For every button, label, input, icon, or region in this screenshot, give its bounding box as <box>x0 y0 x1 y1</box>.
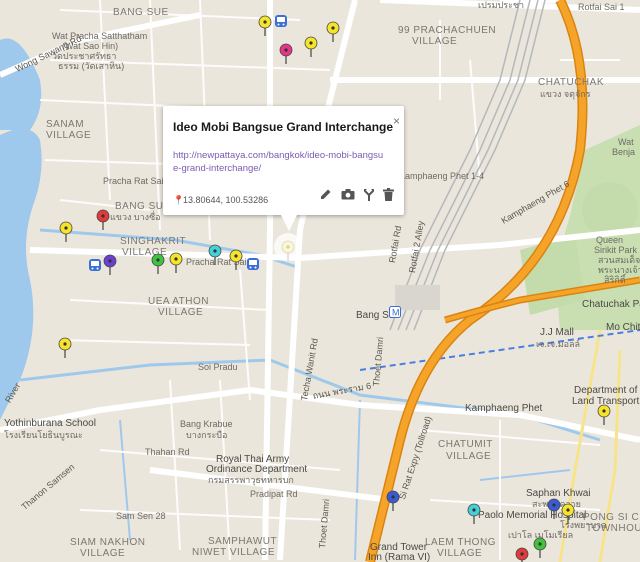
poi-yothinburana-2: โรงเรียนโยธินบูรณะ <box>4 430 83 440</box>
road-rotfai-sai1: Rotfai Sai 1 <box>578 2 625 12</box>
info-link[interactable]: http://newpattaya.com/bangkok/ideo-mobi-… <box>173 149 388 176</box>
info-coords: 📍13.80644, 100.53286 <box>173 195 268 206</box>
area-bang-krabue-1: Bang Krabue <box>180 419 233 429</box>
map-pin-icon[interactable] <box>58 337 72 358</box>
area-bang-sue: BANG SUE <box>113 7 169 18</box>
map-pin-icon[interactable] <box>326 21 340 42</box>
area-laem-thong-2: VILLAGE <box>437 548 483 559</box>
selected-marker-halo <box>274 233 302 261</box>
area-uea-athon-2: VILLAGE <box>158 307 204 318</box>
info-window-tail <box>281 215 297 231</box>
area-bang-sue-thai: แขวง บางซื่อ <box>110 212 161 222</box>
map-pin-icon[interactable] <box>597 404 611 425</box>
poi-chatuchak-park: Chatuchak Park <box>582 299 640 310</box>
map-pin-icon[interactable] <box>533 537 547 558</box>
camera-icon[interactable] <box>341 188 357 204</box>
info-title: Ideo Mobi Bangsue Grand Interchange <box>173 120 394 134</box>
poi-royal-thai-2: Ordinance Department <box>206 464 308 475</box>
road-pradipat: Pradipat Rd <box>250 489 298 499</box>
road-pracha-rat-sai1-a: Pracha Rat Sai 1 <box>103 176 172 186</box>
area-bang-krabue-2: บางกระบือ <box>186 430 228 440</box>
area-samphawut-1: SAMPHAWUT <box>208 536 278 547</box>
area-singhakrit-1: SINGHAKRIT <box>120 236 187 247</box>
poi-royal-thai-3: กรมสรรพาวุธทหารบก <box>208 475 294 485</box>
area-uea-athon-1: UEA ATHON <box>148 296 209 307</box>
poi-grand-tower-2: Inn (Rama VI) <box>368 552 431 562</box>
poi-jj-mall-2: เจ.เจ.มอลล์ <box>536 339 581 349</box>
train-station-icon[interactable] <box>246 257 260 271</box>
map-pin-icon[interactable] <box>169 252 183 273</box>
area-sanam-2: VILLAGE <box>46 130 92 141</box>
area-99-prachachuen-1: 99 PRACHACHUEN <box>398 25 497 36</box>
area-chatumit-1: CHATUMIT <box>438 439 493 450</box>
location-pin-icon: 📍 <box>173 195 185 205</box>
poi-wat-benja-2: Benja <box>612 147 636 157</box>
station-mo-chit: Mo Chit <box>606 322 640 333</box>
map-pin-icon[interactable] <box>96 209 110 230</box>
area-pong-si-2: TOWNHOUS <box>586 523 640 534</box>
map-pin-icon[interactable] <box>561 503 575 524</box>
poi-yothinburana-1: Yothinburana School <box>4 418 96 429</box>
delete-icon[interactable] <box>383 188 399 204</box>
train-station-icon[interactable] <box>88 258 102 272</box>
train-station-icon[interactable] <box>274 14 288 28</box>
map-pin-icon[interactable] <box>386 490 400 511</box>
area-99-prachachuen-2: VILLAGE <box>412 36 458 47</box>
metro-station-icon[interactable]: M <box>389 306 403 320</box>
area-laem-thong-1: LAEM THONG <box>425 537 496 548</box>
poi-jj-mall-1: J.J Mall <box>540 327 574 338</box>
svg-text:M: M <box>392 308 400 318</box>
area-chatuchak-1: CHATUCHAK <box>538 77 604 88</box>
map-pin-icon[interactable] <box>59 221 73 242</box>
station-kamphaeng-phet: Kamphaeng Phet <box>465 403 543 414</box>
map-pin-icon[interactable] <box>467 503 481 524</box>
map-pin-icon[interactable] <box>229 249 243 270</box>
map-pin-icon[interactable] <box>304 36 318 57</box>
edit-icon[interactable] <box>320 188 336 204</box>
directions-icon[interactable] <box>363 188 379 204</box>
close-icon[interactable]: × <box>393 114 400 128</box>
map-pin-icon[interactable] <box>258 15 272 36</box>
area-pong-si-1: PONG SI C <box>583 512 640 523</box>
map-pin-icon[interactable] <box>547 498 561 519</box>
road-kamphaeng-phet-1-4: Kamphaeng Phet 1-4 <box>399 171 485 181</box>
area-chatumit-2: VILLAGE <box>446 451 492 462</box>
road-soi-pradu: Soi Pradu <box>198 362 238 372</box>
map-pin-icon[interactable] <box>208 244 222 265</box>
road-sam-sen-28: Sam Sen 28 <box>116 511 166 521</box>
poi-queen-sirikit-5: สิริกิติ์ <box>604 275 626 285</box>
area-chatuchak-2: แขวง จตุจักร <box>540 89 591 99</box>
area-siam-nakhon-1: SIAM NAKHON <box>70 537 146 548</box>
area-siam-nakhon-2: VILLAGE <box>80 548 126 559</box>
chao-phraya-river <box>0 128 42 421</box>
poi-wat-pracha-line4: ธรรม (วัดเสาหิน) <box>58 61 125 71</box>
info-window: Ideo Mobi Bangsue Grand Interchange × ht… <box>163 106 404 215</box>
coords-value: 13.80644, 100.53286 <box>183 195 269 205</box>
map-pin-icon[interactable] <box>151 253 165 274</box>
map-pin-icon[interactable] <box>515 547 529 562</box>
map-view[interactable]: BANG SUE Wat Pracha Satthatham (Wat Sao … <box>0 0 640 562</box>
area-samphawut-2: NIWET VILLAGE <box>192 547 276 558</box>
road-premprachakon: เปรมประชา <box>478 0 525 10</box>
road-thahan: Thahan Rd <box>145 447 190 457</box>
map-pin-icon[interactable] <box>103 254 117 275</box>
map-pin-icon[interactable] <box>279 43 293 64</box>
area-sanam-1: SANAM <box>46 119 85 130</box>
poi-dept-land-1: Department of <box>574 385 638 396</box>
